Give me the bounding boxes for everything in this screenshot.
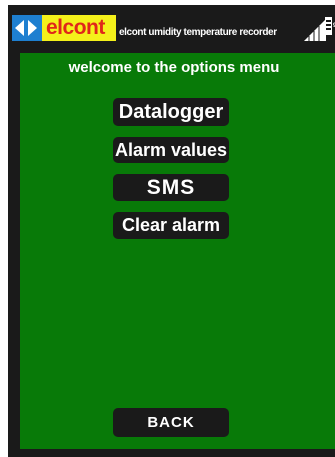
panel-title: welcome to the options menu	[68, 59, 280, 76]
battery-icon	[325, 17, 332, 35]
datalogger-button[interactable]: Datalogger	[113, 98, 229, 126]
back-button[interactable]: BACK	[113, 408, 229, 437]
signal-strength-icon	[304, 19, 326, 41]
sms-button[interactable]: SMS	[113, 174, 229, 201]
elcont-logo: elcont	[12, 15, 116, 41]
app-subtitle: elcont umidity temperature recorder	[119, 27, 277, 38]
logo-mark-icon	[12, 15, 42, 41]
clear-alarm-button[interactable]: Clear alarm	[113, 212, 229, 239]
header-bar: elcont elcont umidity temperature record…	[12, 11, 335, 43]
alarm-values-button[interactable]: Alarm values	[113, 137, 229, 163]
options-panel: welcome to the options menu Datalogger A…	[20, 53, 335, 449]
logo-text: elcont	[46, 16, 105, 39]
